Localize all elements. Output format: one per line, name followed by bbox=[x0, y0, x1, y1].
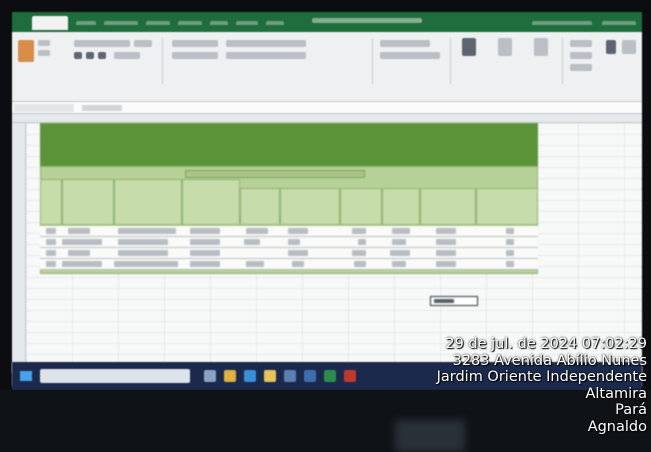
table-cell bbox=[288, 228, 308, 234]
excel-taskbar-icon[interactable] bbox=[324, 370, 336, 382]
table-cell bbox=[246, 261, 264, 267]
table-cell bbox=[68, 228, 90, 234]
header-cell bbox=[420, 188, 476, 225]
selected-cell[interactable] bbox=[430, 296, 478, 306]
table-cell bbox=[46, 228, 56, 234]
table-cell bbox=[288, 250, 308, 256]
table-cell bbox=[118, 228, 176, 234]
table-cell bbox=[352, 250, 366, 256]
folder-icon[interactable] bbox=[264, 370, 276, 382]
table-cell bbox=[62, 239, 102, 245]
table-cell bbox=[506, 239, 514, 245]
table-cell bbox=[118, 250, 168, 256]
mail-icon[interactable] bbox=[304, 370, 316, 382]
table-row[interactable] bbox=[40, 237, 538, 248]
table-cell bbox=[46, 250, 56, 256]
store-icon[interactable] bbox=[284, 370, 296, 382]
table-cell bbox=[46, 239, 56, 245]
header-cell bbox=[476, 188, 538, 225]
chrome-icon[interactable] bbox=[224, 370, 236, 382]
photo-frame: 29 de jul. de 2024 07:02:29 3283 Avenida… bbox=[0, 0, 651, 452]
table-cell bbox=[506, 261, 514, 267]
table-cell bbox=[246, 228, 268, 234]
table-cell bbox=[62, 261, 102, 267]
table-cell bbox=[190, 261, 220, 267]
table-cell bbox=[392, 239, 406, 245]
table-row[interactable] bbox=[40, 248, 538, 259]
table-cell bbox=[190, 228, 220, 234]
header-cell bbox=[40, 179, 62, 225]
overlay-city: Altamira bbox=[585, 385, 647, 402]
overlay-datetime: 29 de jul. de 2024 07:02:29 bbox=[445, 336, 647, 352]
header-cell bbox=[340, 188, 382, 225]
overlay-name: Agnaldo bbox=[587, 418, 647, 435]
sheet-title-banner bbox=[40, 123, 538, 166]
table-cell bbox=[46, 261, 56, 267]
table-cell bbox=[292, 261, 304, 267]
table-cell bbox=[358, 239, 366, 245]
table-cell bbox=[288, 239, 300, 245]
table-cell bbox=[506, 250, 514, 256]
overlay-state: Pará bbox=[615, 402, 647, 418]
table-cell bbox=[68, 250, 90, 256]
table-cell bbox=[392, 261, 406, 267]
table-cell bbox=[436, 228, 456, 234]
timestamp-overlay: 29 de jul. de 2024 07:02:29 3283 Avenida… bbox=[377, 336, 647, 435]
header-cell bbox=[280, 188, 340, 225]
taskbar-search-box[interactable] bbox=[40, 369, 190, 383]
table-cell bbox=[436, 261, 456, 267]
selected-cell-value bbox=[434, 299, 454, 303]
overlay-neighborhood: Jardim Oriente Independente bbox=[436, 369, 647, 385]
header-cell bbox=[240, 188, 280, 225]
table-cell bbox=[118, 239, 168, 245]
table-row[interactable] bbox=[40, 259, 538, 270]
header-cell bbox=[382, 188, 420, 225]
header-cell bbox=[62, 179, 114, 225]
overlay-address: 3283 Avenida Abílio Nunes bbox=[452, 352, 647, 369]
edge-icon[interactable] bbox=[244, 370, 256, 382]
windows-start-icon[interactable] bbox=[20, 371, 32, 381]
table-cell bbox=[506, 228, 514, 234]
app-taskbar-icon[interactable] bbox=[344, 370, 356, 382]
table-cell bbox=[390, 250, 410, 256]
table-cell bbox=[352, 228, 366, 234]
header-cell bbox=[182, 179, 240, 225]
table-cell bbox=[436, 250, 456, 256]
table-cell bbox=[190, 239, 220, 245]
table-cell bbox=[436, 239, 456, 245]
table-cell bbox=[244, 239, 260, 245]
table-cell bbox=[392, 228, 410, 234]
task-view-icon[interactable] bbox=[204, 370, 216, 382]
table-cell bbox=[114, 261, 178, 267]
table-cell bbox=[354, 261, 366, 267]
header-cell bbox=[114, 179, 182, 225]
table-cell bbox=[190, 250, 220, 256]
table-row[interactable] bbox=[40, 226, 538, 237]
table-caption bbox=[185, 170, 365, 178]
